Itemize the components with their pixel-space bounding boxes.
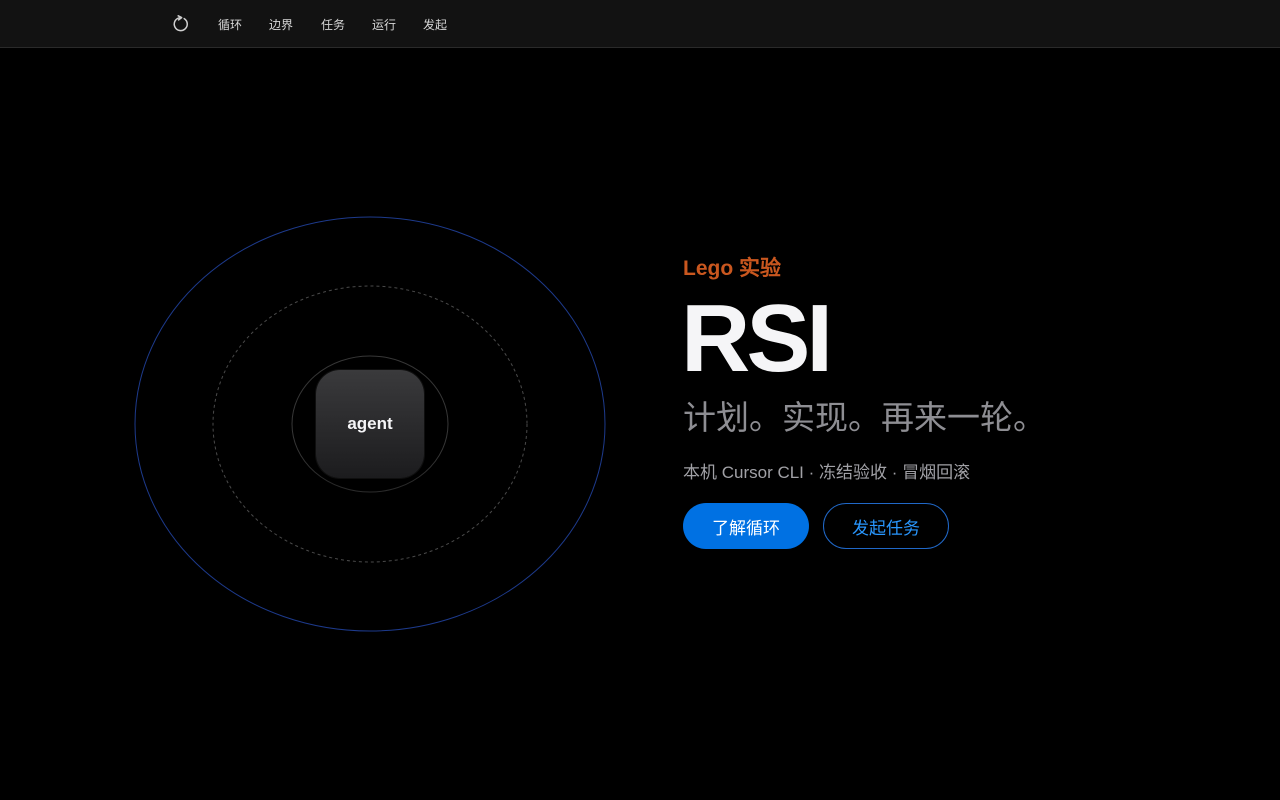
nav-link-run[interactable]: 运行 xyxy=(372,16,396,33)
hero-subtitle: 本机 Cursor CLI · 冻结验收 · 冒烟回滚 xyxy=(683,463,971,482)
hero-title: RSI xyxy=(681,285,833,392)
agent-label: agent xyxy=(347,414,393,433)
nav-link-tasks[interactable]: 任务 xyxy=(321,16,345,33)
hero-tagline: 计划。实现。再来一轮。 xyxy=(683,399,1046,436)
nav-link-launch[interactable]: 发起 xyxy=(423,16,447,33)
nav-link-boundary[interactable]: 边界 xyxy=(269,16,293,33)
top-nav: 循环 边界 任务 运行 发起 xyxy=(0,0,1280,48)
agent-card: agent xyxy=(316,370,424,478)
refresh-icon[interactable] xyxy=(172,15,190,33)
launch-task-button[interactable]: 发起任务 xyxy=(823,503,949,549)
nav-link-loop[interactable]: 循环 xyxy=(218,16,242,33)
learn-loop-button[interactable]: 了解循环 xyxy=(683,503,809,549)
hero-eyebrow: Lego 实验 xyxy=(683,257,781,280)
